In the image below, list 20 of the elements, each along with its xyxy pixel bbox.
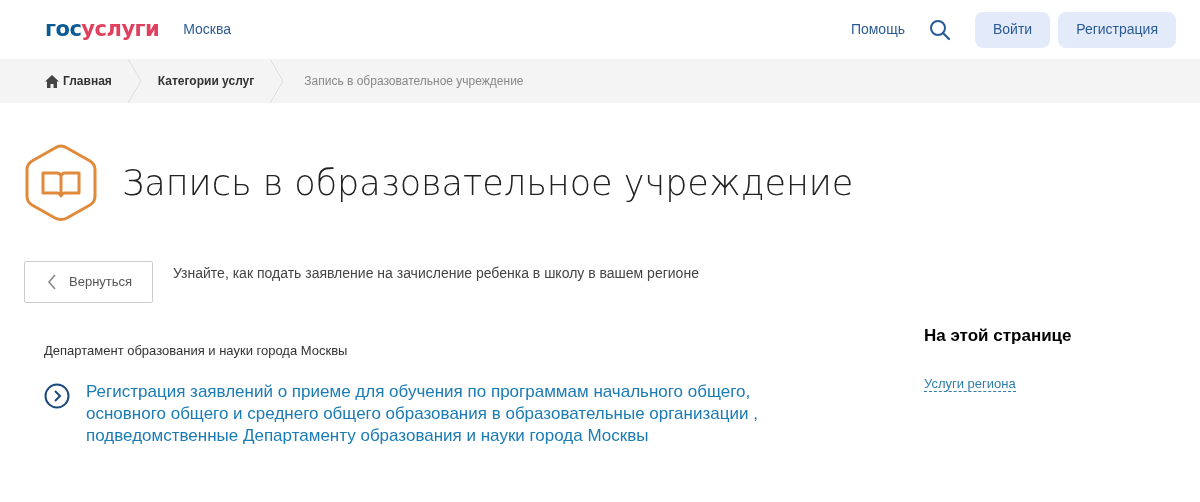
search-icon[interactable] <box>928 18 951 41</box>
breadcrumb-link[interactable]: Категории услуг <box>157 59 255 103</box>
service-link[interactable]: Регистрация заявлений о приеме для обучения по программам начального общего, основного общего и среднего общего образования в образовательные организации , подведомственные Департаменту образования и науки города Москвы <box>86 380 806 447</box>
logo[interactable]: госуслуги <box>45 13 160 46</box>
help-link[interactable]: Помощь <box>850 19 905 40</box>
sidebar-heading: На этой странице <box>924 325 1072 347</box>
breadcrumb-separator <box>127 59 142 103</box>
book-icon <box>24 143 98 223</box>
breadcrumb-separator <box>270 59 285 103</box>
intro-text: Узнайте, как подать заявление на зачисление ребенка в школу в вашем регионе <box>173 264 699 283</box>
breadcrumb-link[interactable]: Главная <box>45 59 112 103</box>
chevron-left-icon <box>47 274 57 290</box>
department-name: Департамент образования и науки города Москвы <box>44 342 349 360</box>
back-button[interactable]: Вернуться <box>24 261 153 303</box>
register-button[interactable]: Регистрация <box>1058 11 1176 48</box>
page-title: Запись в образовательное учреждение <box>122 162 854 204</box>
login-button[interactable]: Войти <box>974 11 1051 48</box>
region-link[interactable]: Москва <box>183 19 232 40</box>
sidebar-link[interactable]: Услуги региона <box>924 375 1016 392</box>
chevron-circle-icon[interactable] <box>44 382 70 409</box>
